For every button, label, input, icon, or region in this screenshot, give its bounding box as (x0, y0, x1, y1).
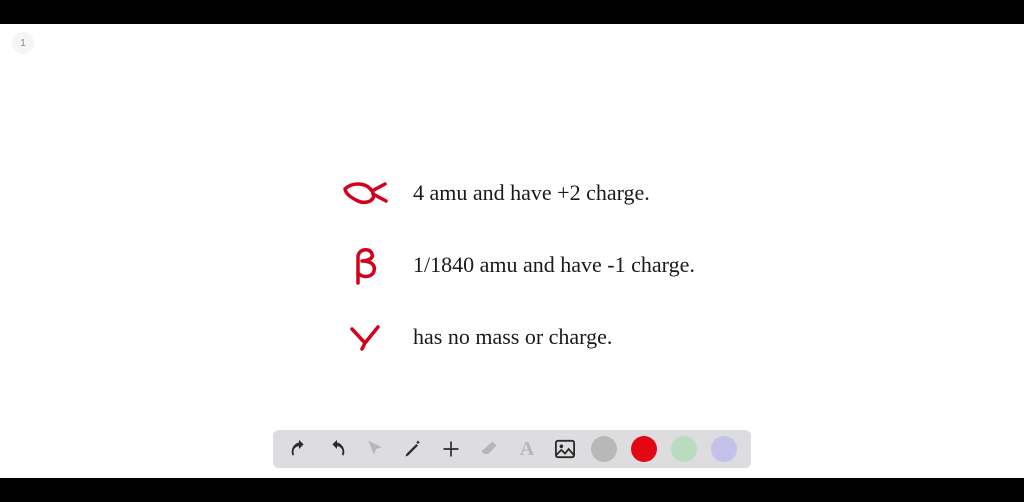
pencil-tool[interactable] (401, 437, 425, 461)
pointer-tool[interactable] (363, 437, 387, 461)
row-alpha: 4 amu and have +2 charge. (0, 179, 1024, 207)
image-tool[interactable] (553, 437, 577, 461)
alpha-symbol (335, 179, 395, 207)
redo-button[interactable] (325, 437, 349, 461)
drawing-toolbar: A (273, 430, 751, 468)
undo-button[interactable] (287, 437, 311, 461)
color-purple[interactable] (711, 436, 737, 462)
alpha-text: 4 amu and have +2 charge. (413, 180, 650, 206)
eraser-tool[interactable] (477, 437, 501, 461)
gamma-text: has no mass or charge. (413, 324, 612, 350)
color-green[interactable] (671, 436, 697, 462)
text-tool[interactable]: A (515, 437, 539, 461)
whiteboard-canvas[interactable]: 1 4 amu and have +2 charge. 1/1840 amu a… (0, 24, 1024, 478)
color-gray[interactable] (591, 436, 617, 462)
beta-text: 1/1840 amu and have -1 charge. (413, 252, 695, 278)
content-area: 4 amu and have +2 charge. 1/1840 amu and… (0, 179, 1024, 351)
row-beta: 1/1840 amu and have -1 charge. (0, 245, 1024, 285)
beta-symbol (335, 245, 395, 285)
row-gamma: has no mass or charge. (0, 323, 1024, 351)
page-indicator: 1 (12, 32, 34, 54)
page-number: 1 (20, 38, 26, 49)
color-red[interactable] (631, 436, 657, 462)
gamma-symbol (335, 323, 395, 351)
plus-tool[interactable] (439, 437, 463, 461)
